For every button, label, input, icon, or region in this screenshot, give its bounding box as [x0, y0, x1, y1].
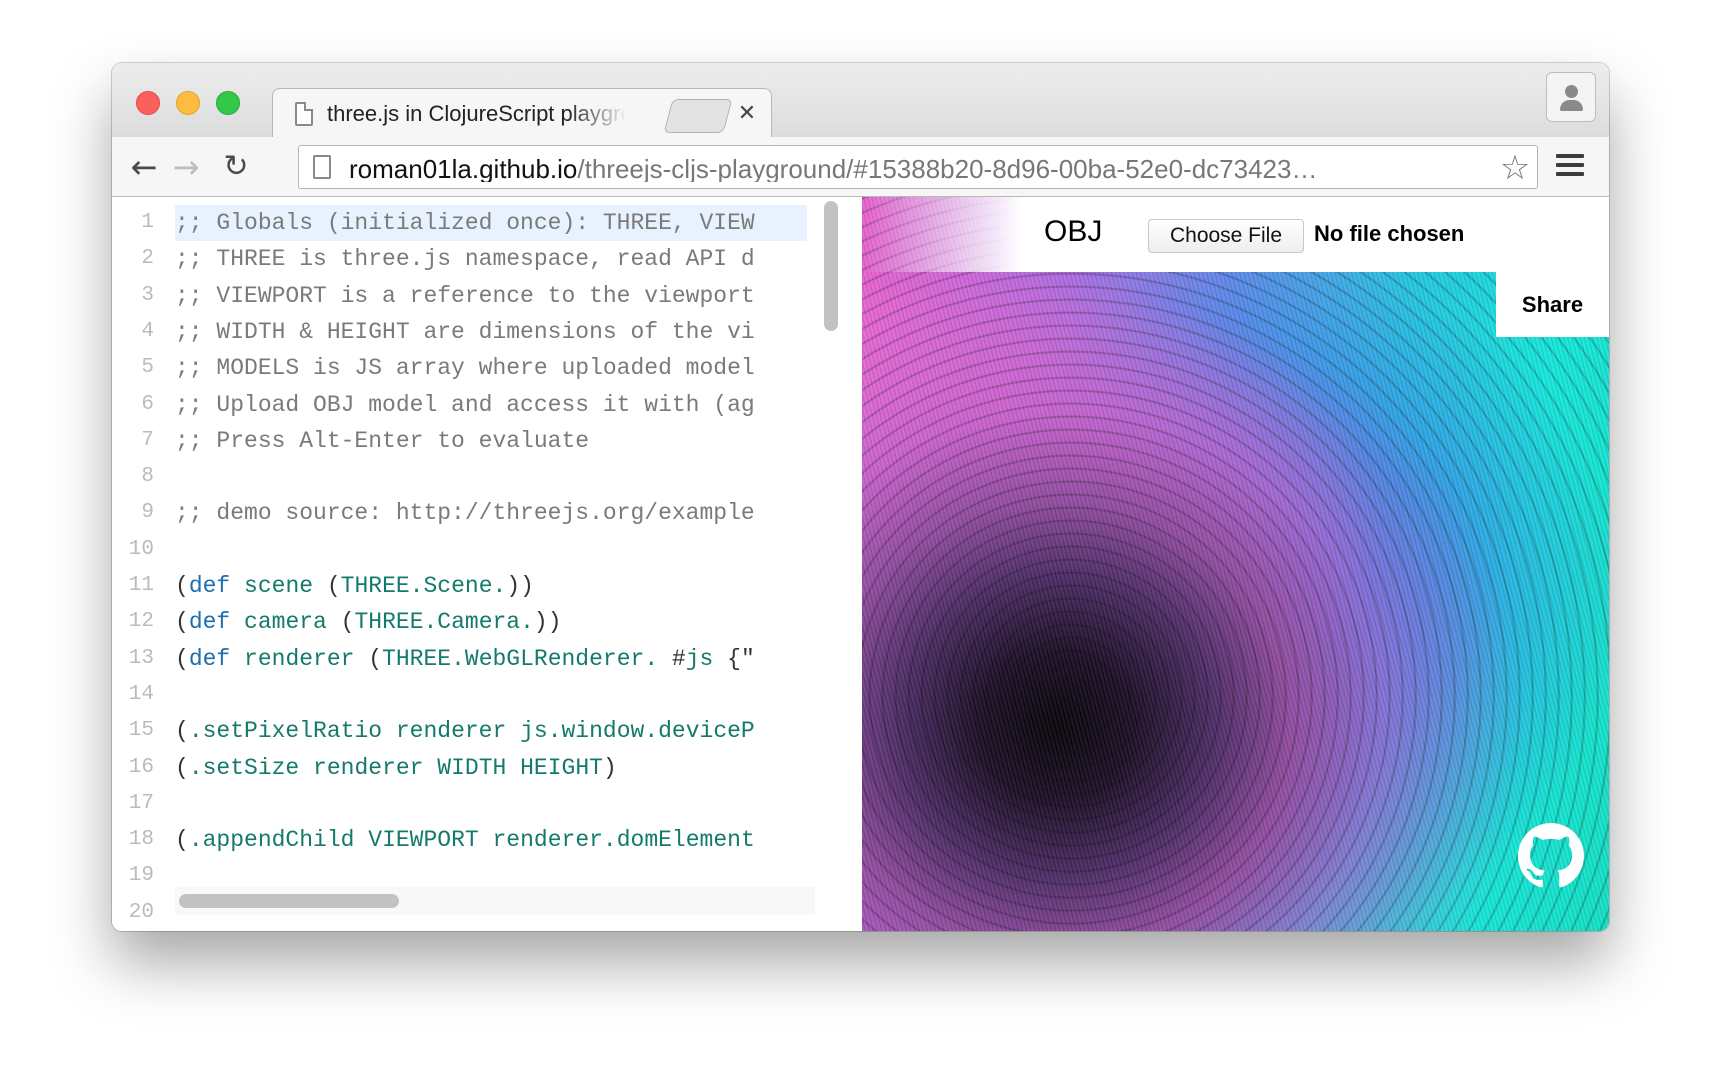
browser-window: three.js in ClojureScript playground ✕ ←…: [112, 63, 1609, 931]
code-line[interactable]: 13 (def renderer (THREE.WebGLRenderer. #j…: [112, 641, 862, 677]
forward-arrow-icon[interactable]: →: [168, 149, 204, 185]
line-number: 13: [128, 646, 154, 670]
star-icon[interactable]: ☆: [1497, 150, 1533, 186]
page-icon: [313, 155, 331, 179]
address-bar[interactable]: roman01la.github.io/threejs-cljs-playgro…: [298, 145, 1538, 189]
browser-toolbar: ← → ↻ roman01la.github.io/threejs-cljs-p…: [112, 137, 1609, 197]
choose-file-button[interactable]: Choose File: [1148, 219, 1304, 253]
line-number: 2: [141, 247, 154, 271]
code-line[interactable]: 11 (def scene (THREE.Scene.)): [112, 568, 862, 604]
line-number: 15: [128, 719, 154, 743]
code-line-text: ;; Upload OBJ model and access it with (…: [175, 391, 755, 418]
reload-icon[interactable]: ↻: [218, 149, 254, 185]
code-line[interactable]: 7 ;; Press Alt-Enter to evaluate: [112, 423, 862, 459]
code-line-text: ;; MODELS is JS array where uploaded mod…: [175, 355, 755, 382]
window-maximize-button[interactable]: [216, 91, 240, 115]
code-line[interactable]: 17: [112, 786, 862, 822]
line-number: 17: [128, 791, 154, 815]
new-tab-button[interactable]: [663, 99, 733, 133]
title-bar: three.js in ClojureScript playground ✕: [112, 63, 1609, 138]
code-line-text: (def camera (THREE.Camera.)): [175, 609, 562, 636]
code-line[interactable]: 1 ;; Globals (initialized once): THREE, V…: [112, 205, 862, 241]
code-line-text: ;; THREE is three.js namespace, read API…: [175, 246, 755, 273]
code-line-text: ;; Press Alt-Enter to evaluate: [175, 427, 590, 454]
code-line[interactable]: 8: [112, 459, 862, 495]
back-arrow-icon[interactable]: ←: [126, 149, 162, 185]
editor-horizontal-scrollbar[interactable]: [175, 887, 815, 915]
profile-button[interactable]: [1546, 72, 1596, 122]
code-line[interactable]: 3 ;; VIEWPORT is a reference to the viewp…: [112, 278, 862, 314]
url-path: /threejs-cljs-playground/#15388b20-8d96-…: [577, 154, 1318, 182]
line-number: 20: [128, 900, 154, 924]
line-number: 4: [141, 319, 154, 343]
github-icon[interactable]: [1518, 823, 1584, 889]
profile-icon: [1565, 85, 1578, 98]
line-number: 14: [128, 682, 154, 706]
code-line[interactable]: 4 ;; WIDTH & HEIGHT are dimensions of the…: [112, 314, 862, 350]
menu-icon[interactable]: [1556, 154, 1584, 180]
code-line-text: (.appendChild VIEWPORT renderer.domEleme…: [175, 827, 755, 854]
url-text[interactable]: roman01la.github.io/threejs-cljs-playgro…: [349, 154, 1479, 182]
editor-horizontal-scroll-thumb[interactable]: [179, 894, 399, 908]
code-editor[interactable]: 1 ;; Globals (initialized once): THREE, V…: [112, 197, 862, 931]
line-number: 11: [128, 574, 154, 597]
url-host: roman01la.github.io: [349, 154, 578, 182]
file-status-text: No file chosen: [1314, 221, 1465, 246]
line-number: 19: [128, 864, 154, 888]
window-minimize-button[interactable]: [176, 91, 200, 115]
line-number: 16: [128, 755, 154, 779]
line-number: 18: [128, 828, 154, 852]
profile-icon-body: [1560, 100, 1583, 111]
obj-label: OBJ: [1044, 215, 1103, 248]
share-button[interactable]: Share: [1496, 272, 1609, 337]
code-line-text: (.setSize renderer WIDTH HEIGHT): [175, 754, 617, 781]
code-line[interactable]: 10: [112, 532, 862, 568]
line-number: 12: [128, 610, 154, 634]
page-content: 1 ;; Globals (initialized once): THREE, V…: [112, 197, 1609, 931]
line-number: 10: [128, 537, 154, 561]
line-number: 3: [141, 283, 154, 307]
code-line[interactable]: 6 ;; Upload OBJ model and access it with …: [112, 387, 862, 423]
editor-vertical-scrollbar[interactable]: [817, 197, 843, 897]
code-line[interactable]: 16 (.setSize renderer WIDTH HEIGHT): [112, 750, 862, 786]
line-number: 6: [141, 392, 154, 416]
code-line-text: ;; Globals (initialized once): THREE, VI…: [175, 205, 807, 241]
webgl-viewport[interactable]: OBJ Choose File No file chosen Share: [862, 197, 1609, 931]
code-line-text: ;; VIEWPORT is a reference to the viewpo…: [175, 282, 755, 309]
code-line[interactable]: 14: [112, 677, 862, 713]
close-icon[interactable]: ✕: [735, 99, 759, 127]
line-number: 1: [141, 211, 154, 234]
code-line[interactable]: 5 ;; MODELS is JS array where uploaded mo…: [112, 350, 862, 386]
code-line-text: ;; demo source: http://threejs.org/examp…: [175, 500, 755, 527]
code-line-text: ;; WIDTH & HEIGHT are dimensions of the …: [175, 318, 755, 345]
document-icon: [295, 102, 313, 126]
line-number: 7: [141, 428, 154, 452]
line-number: 9: [141, 501, 154, 525]
line-number: 8: [141, 465, 154, 489]
code-line[interactable]: 15 (.setPixelRatio renderer js.window.dev…: [112, 713, 862, 749]
code-line[interactable]: 18 (.appendChild VIEWPORT renderer.domEle…: [112, 822, 862, 858]
code-line-text: (def scene (THREE.Scene.)): [175, 573, 534, 599]
code-line[interactable]: 9 ;; demo source: http://threejs.org/exam…: [112, 495, 862, 531]
window-close-button[interactable]: [136, 91, 160, 115]
code-line[interactable]: 2 ;; THREE is three.js namespace, read AP…: [112, 241, 862, 277]
code-line[interactable]: 12 (def camera (THREE.Camera.)): [112, 604, 862, 640]
line-number: 5: [141, 356, 154, 380]
code-line-text: (def renderer (THREE.WebGLRenderer. #js …: [175, 645, 755, 672]
tab-title: three.js in ClojureScript playground: [327, 101, 627, 126]
editor-vertical-scroll-thumb[interactable]: [824, 201, 838, 331]
upload-panel: OBJ Choose File No file chosen: [862, 197, 1609, 272]
code-line-text: (.setPixelRatio renderer js.window.devic…: [175, 718, 755, 745]
